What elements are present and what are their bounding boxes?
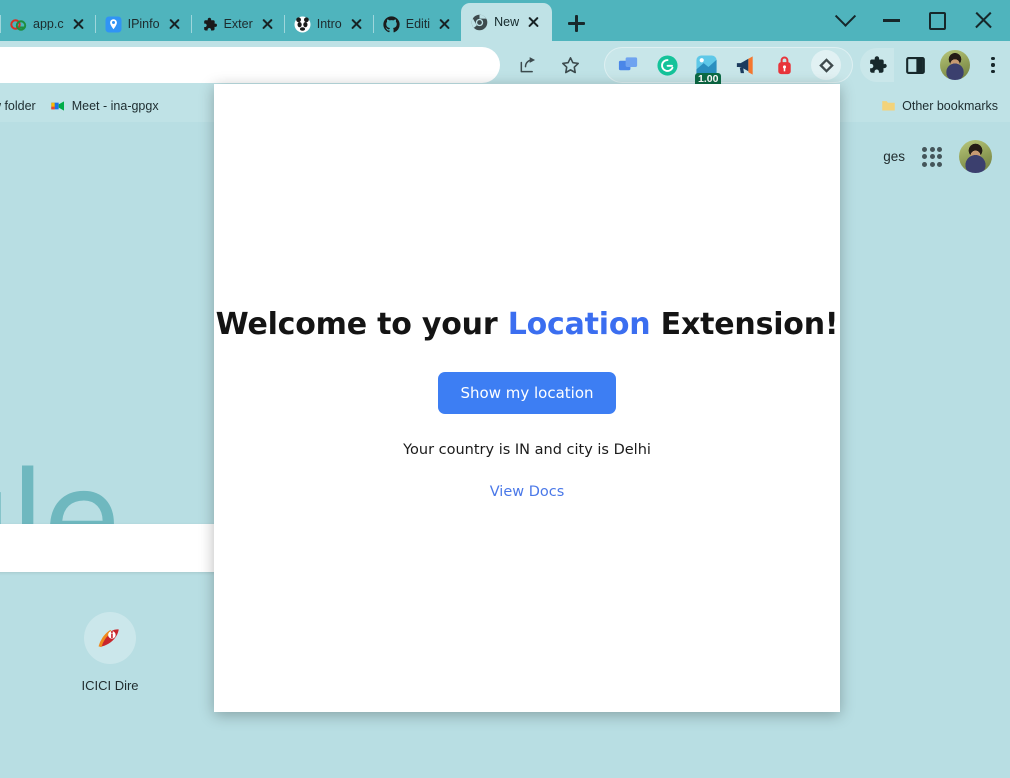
close-icon[interactable] xyxy=(70,16,87,33)
tab-editing[interactable]: Editi xyxy=(372,7,461,41)
ntp-top-right: ges xyxy=(883,140,992,173)
bookmark-label: ew folder xyxy=(0,98,36,113)
close-icon[interactable] xyxy=(436,16,453,33)
shortcut-add[interactable] xyxy=(0,693,40,769)
window-controls xyxy=(822,0,1010,41)
extension-icons-group: 1.00 xyxy=(604,47,853,87)
tab-app[interactable]: app.c xyxy=(0,7,95,41)
other-bookmarks-button[interactable]: Other bookmarks xyxy=(873,95,1005,117)
bookmark-item-folder[interactable]: ew folder xyxy=(0,95,43,117)
grammarly-icon[interactable] xyxy=(655,53,680,78)
tab-search-button[interactable] xyxy=(822,0,868,41)
google-meet-icon xyxy=(50,98,66,114)
extensions-puzzle-icon[interactable] xyxy=(860,48,894,82)
icici-direct-icon xyxy=(84,612,136,664)
star-icon[interactable] xyxy=(557,52,583,78)
tab-title: Intro xyxy=(316,17,342,31)
browser-toolbar: 1.00 xyxy=(0,41,1010,89)
location-status-text: Your country is IN and city is Delhi xyxy=(403,442,651,458)
puzzle-icon xyxy=(201,16,218,33)
qa-icon xyxy=(10,16,27,33)
new-tab-button[interactable] xyxy=(561,8,591,38)
bookmark-item-meet[interactable]: Meet - ina-gpgx xyxy=(43,95,166,117)
minimize-icon xyxy=(882,19,900,22)
restore-icon xyxy=(928,11,946,30)
show-my-location-button[interactable]: Show my location xyxy=(438,372,616,414)
images-link[interactable]: ges xyxy=(883,149,905,164)
minimize-button[interactable] xyxy=(868,0,914,41)
close-icon[interactable] xyxy=(525,14,542,31)
location-extension-icon[interactable] xyxy=(811,50,841,80)
page-title: Welcome to your Location Extension! xyxy=(216,307,839,342)
tab-title: New xyxy=(494,15,520,29)
megaphone-icon[interactable] xyxy=(733,53,758,78)
panda-icon xyxy=(294,16,311,33)
folder-icon xyxy=(880,98,896,114)
tab-manager-icon[interactable] xyxy=(616,53,641,78)
close-icon xyxy=(974,11,993,30)
restore-button[interactable] xyxy=(914,0,960,41)
apps-grid-icon[interactable] xyxy=(921,146,943,168)
toolbar-right-tools xyxy=(860,47,1004,83)
shortcut-whatsapp[interactable]: WhatsApp xyxy=(0,602,40,693)
share-icon[interactable] xyxy=(515,52,541,78)
kebab-menu-icon[interactable] xyxy=(982,52,1004,78)
tab-title: IPinfo xyxy=(127,17,160,31)
chevron-down-icon xyxy=(834,5,856,27)
chrome-icon xyxy=(471,14,488,31)
shortcut-label: ICICI Dire xyxy=(81,678,139,693)
github-icon xyxy=(383,15,400,33)
tab-strip: app.c IPinfo Exter Intro Editi New xyxy=(0,0,1010,41)
heading-part-2: Extension! xyxy=(650,307,839,342)
google-account-avatar[interactable] xyxy=(959,140,992,173)
close-icon[interactable] xyxy=(259,16,276,33)
lastpass-icon[interactable] xyxy=(772,53,797,78)
close-icon[interactable] xyxy=(348,16,365,33)
bookmark-label: Meet - ina-gpgx xyxy=(71,98,159,113)
tab-list: app.c IPinfo Exter Intro Editi New xyxy=(0,0,591,41)
view-docs-link[interactable]: View Docs xyxy=(490,484,565,500)
heading-part-1: Welcome to your xyxy=(215,307,508,342)
omnibox[interactable] xyxy=(0,47,500,83)
tab-ipinfo[interactable]: IPinfo xyxy=(94,7,191,41)
speedtest-icon[interactable]: 1.00 xyxy=(694,53,722,87)
heading-accent: Location xyxy=(507,307,651,342)
shortcut-icici-direct[interactable]: ICICI Dire xyxy=(40,602,180,693)
tab-title: Exter xyxy=(223,17,253,31)
other-bookmarks-label: Other bookmarks xyxy=(902,98,998,113)
profile-avatar[interactable] xyxy=(940,50,970,80)
location-extension-popup: Welcome to your Location Extension! Show… xyxy=(214,84,840,712)
tab-title: app.c xyxy=(33,17,64,31)
side-panel-icon[interactable] xyxy=(902,52,928,78)
close-icon[interactable] xyxy=(166,16,183,33)
omnibox-actions xyxy=(515,47,583,83)
tab-title: Editi xyxy=(405,17,431,31)
tab-new-tab[interactable]: New xyxy=(461,3,553,41)
tab-extensions[interactable]: Exter xyxy=(190,7,284,41)
close-window-button[interactable] xyxy=(960,0,1006,41)
ipinfo-pin-icon xyxy=(105,16,122,33)
tab-intro[interactable]: Intro xyxy=(283,7,373,41)
